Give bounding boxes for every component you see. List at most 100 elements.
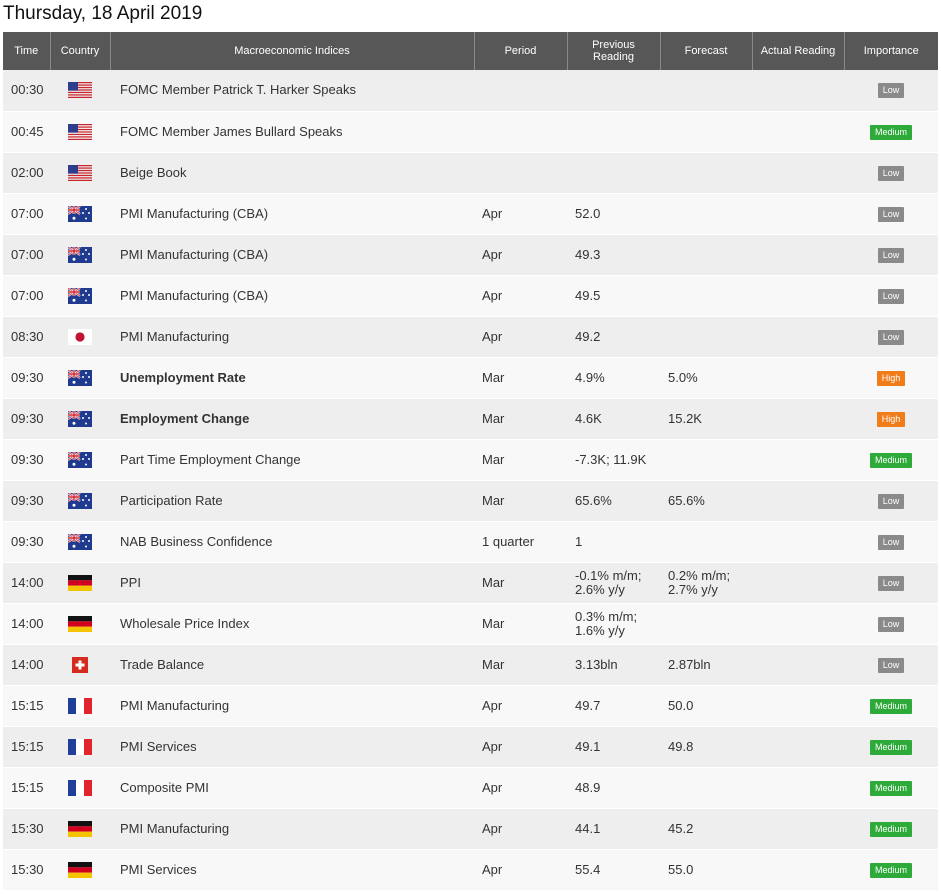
forecast-value: 49.8 [660, 726, 752, 768]
table-row[interactable]: 09:30 Employment Change Mar 4.6K 15.2K High [3, 398, 938, 440]
country-flag [50, 767, 110, 809]
table-row[interactable]: 00:30 FOMC Member Patrick T. Harker Speak… [3, 70, 938, 112]
table-row[interactable]: 02:00 Beige Book Low [3, 152, 938, 194]
importance-cell: Low [844, 193, 938, 235]
table-row[interactable]: 09:30 Part Time Employment Change Mar -7.3K… [3, 439, 938, 481]
australia-flag-icon [68, 451, 92, 468]
event-period: Apr [474, 685, 567, 727]
actual-reading [752, 808, 844, 850]
event-name: PMI Manufacturing [110, 685, 474, 727]
event-time: 08:30 [3, 316, 50, 358]
economic-calendar-table: Time Country Macroeconomic Indices Perio… [3, 32, 938, 891]
country-flag [50, 521, 110, 563]
event-period: Mar [474, 603, 567, 645]
previous-reading: 3.13bln [567, 644, 660, 686]
column-header-period[interactable]: Period [474, 32, 568, 70]
forecast-value [660, 70, 752, 112]
importance-badge: Low [877, 575, 905, 591]
forecast-value [660, 767, 752, 809]
australia-flag-icon [68, 205, 92, 222]
table-row[interactable]: 14:00 Trade Balance Mar 3.13bln 2.87bln Low [3, 644, 938, 686]
forecast-value [660, 439, 752, 481]
importance-badge: Low [877, 83, 905, 99]
actual-reading [752, 767, 844, 809]
table-header-row: Time Country Macroeconomic Indices Perio… [3, 32, 938, 70]
table-row[interactable]: 15:30 PMI Services Apr 55.4 55.0 Medium [3, 849, 938, 891]
event-period: Mar [474, 562, 567, 604]
japan-flag-icon [68, 328, 92, 345]
table-row[interactable]: 08:30 PMI Manufacturing Apr 49.2 Low [3, 316, 938, 358]
event-name: Wholesale Price Index [110, 603, 474, 645]
importance-cell: High [844, 398, 938, 440]
country-flag [50, 398, 110, 440]
importance-cell: Low [844, 234, 938, 276]
table-row[interactable]: 15:15 PMI Manufacturing Apr 49.7 50.0 Medium [3, 685, 938, 727]
column-header-indices[interactable]: Macroeconomic Indices [110, 32, 475, 70]
column-header-importance[interactable]: Importance [844, 32, 938, 70]
country-flag [50, 357, 110, 399]
previous-reading: -0.1% m/m; 2.6% y/y [567, 562, 660, 604]
table-row[interactable]: 15:15 PMI Services Apr 49.1 49.8 Medium [3, 726, 938, 768]
event-name: NAB Business Confidence [110, 521, 474, 563]
australia-flag-icon [68, 246, 92, 263]
column-header-time[interactable]: Time [3, 32, 51, 70]
france-flag-icon [68, 738, 92, 755]
event-name: FOMC Member Patrick T. Harker Speaks [110, 70, 474, 112]
actual-reading [752, 152, 844, 194]
event-name: PMI Manufacturing (CBA) [110, 193, 474, 235]
column-header-country[interactable]: Country [50, 32, 111, 70]
country-flag [50, 193, 110, 235]
table-row[interactable]: 09:30 Unemployment Rate Mar 4.9% 5.0% High [3, 357, 938, 399]
table-row[interactable]: 14:00 Wholesale Price Index Mar 0.3% m/m; 1… [3, 603, 938, 645]
actual-reading [752, 562, 844, 604]
importance-badge: Medium [869, 780, 912, 796]
forecast-value: 0.2% m/m; 2.7% y/y [660, 562, 752, 604]
event-name: PMI Manufacturing [110, 808, 474, 850]
previous-reading: 49.1 [567, 726, 660, 768]
table-row[interactable]: 15:15 Composite PMI Apr 48.9 Medium [3, 767, 938, 809]
table-row[interactable]: 07:00 PMI Manufacturing (CBA) Apr 49.3 Low [3, 234, 938, 276]
australia-flag-icon [68, 492, 92, 509]
table-row[interactable]: 07:00 PMI Manufacturing (CBA) Apr 52.0 Low [3, 193, 938, 235]
page-title: Thursday, 18 April 2019 [3, 3, 203, 24]
previous-reading: 1 [567, 521, 660, 563]
column-header-previous[interactable]: Previous Reading [567, 32, 661, 70]
importance-cell: Medium [844, 808, 938, 850]
column-header-actual[interactable]: Actual Reading [752, 32, 845, 70]
event-period: Apr [474, 193, 567, 235]
actual-reading [752, 644, 844, 686]
importance-badge: High [876, 370, 906, 386]
importance-cell: Low [844, 603, 938, 645]
event-period [474, 70, 567, 112]
country-flag [50, 685, 110, 727]
table-row[interactable]: 09:30 NAB Business Confidence 1 quarter 1 Lo… [3, 521, 938, 563]
table-row[interactable]: 07:00 PMI Manufacturing (CBA) Apr 49.5 Low [3, 275, 938, 317]
importance-badge: Medium [869, 124, 912, 140]
table-row[interactable]: 14:00 PPI Mar -0.1% m/m; 2.6% y/y 0.2% m/m; … [3, 562, 938, 604]
event-name: Composite PMI [110, 767, 474, 809]
event-period: Apr [474, 849, 567, 891]
forecast-value: 55.0 [660, 849, 752, 891]
country-flag [50, 726, 110, 768]
event-name: Unemployment Rate [110, 357, 474, 399]
importance-badge: Low [877, 493, 905, 509]
event-name: Employment Change [110, 398, 474, 440]
table-row[interactable]: 09:30 Participation Rate Mar 65.6% 65.6% Low [3, 480, 938, 522]
actual-reading [752, 726, 844, 768]
previous-reading: 4.6K [567, 398, 660, 440]
event-name: PMI Manufacturing (CBA) [110, 234, 474, 276]
country-flag [50, 480, 110, 522]
importance-badge: Low [877, 616, 905, 632]
previous-reading: 0.3% m/m; 1.6% y/y [567, 603, 660, 645]
importance-cell: Medium [844, 849, 938, 891]
event-time: 15:30 [3, 849, 50, 891]
event-time: 07:00 [3, 234, 50, 276]
table-row[interactable]: 15:30 PMI Manufacturing Apr 44.1 45.2 Medium [3, 808, 938, 850]
previous-reading: 44.1 [567, 808, 660, 850]
column-header-forecast[interactable]: Forecast [660, 32, 753, 70]
previous-reading: 48.9 [567, 767, 660, 809]
importance-cell: High [844, 357, 938, 399]
table-row[interactable]: 00:45 FOMC Member James Bullard Speaks Med… [3, 111, 938, 153]
event-time: 15:15 [3, 685, 50, 727]
event-name: FOMC Member James Bullard Speaks [110, 111, 474, 153]
